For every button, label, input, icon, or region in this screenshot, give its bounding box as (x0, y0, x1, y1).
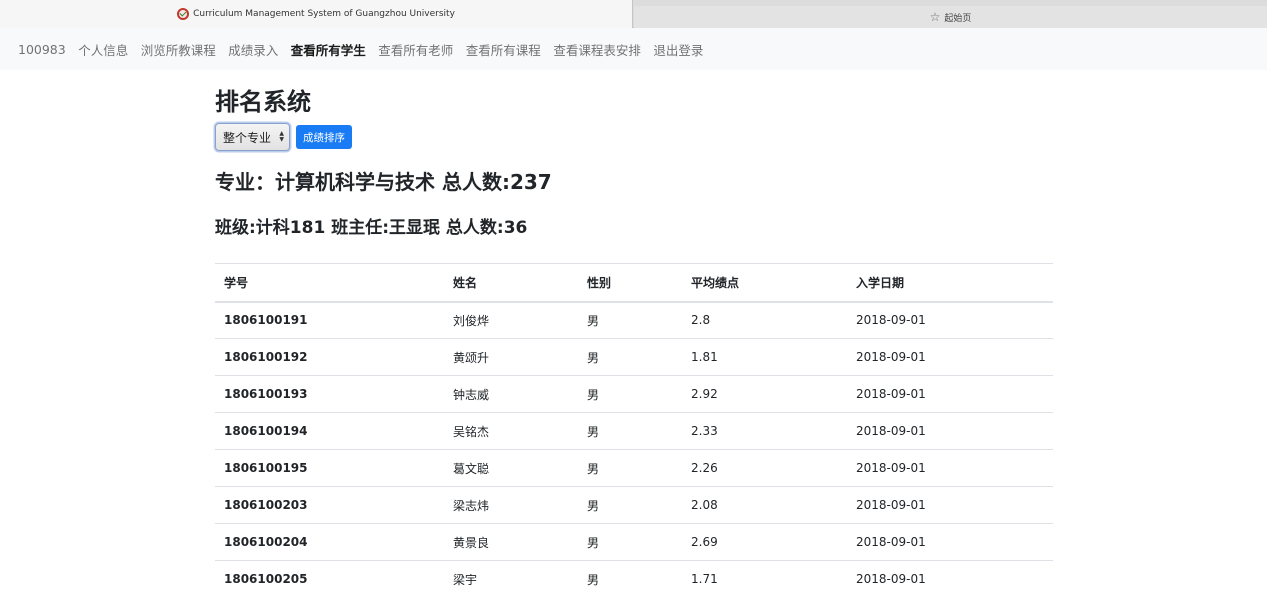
cell-enroll-date: 2018-09-01 (847, 375, 1053, 413)
cell-enroll-date: 2018-09-01 (847, 523, 1053, 561)
major-heading: 专业：计算机科学与技术 总人数:237 (215, 170, 552, 194)
cell-gpa: 2.69 (682, 523, 847, 561)
cell-gender: 男 (578, 523, 682, 561)
cell-student-id: 1806100195 (215, 449, 444, 487)
table-row: 1806100191 刘俊烨 男 2.8 2018-09-01 (215, 301, 1053, 339)
cell-gender: 男 (578, 560, 682, 598)
cell-gpa: 2.92 (682, 375, 847, 413)
cell-enroll-date: 2018-09-01 (847, 560, 1053, 598)
cell-name: 黄景良 (444, 523, 578, 561)
cell-name: 吴铭杰 (444, 412, 578, 450)
header-gender: 性别 (578, 263, 682, 303)
cell-enroll-date: 2018-09-01 (847, 486, 1053, 524)
cell-enroll-date: 2018-09-01 (847, 449, 1053, 487)
cell-student-id: 1806100193 (215, 375, 444, 413)
table-row: 1806100195 葛文聪 男 2.26 2018-09-01 (215, 449, 1053, 487)
cell-gender: 男 (578, 338, 682, 376)
class-heading: 班级:计科181 班主任:王显珉 总人数:36 (215, 218, 528, 238)
table-row: 1806100194 吴铭杰 男 2.33 2018-09-01 (215, 412, 1053, 450)
table-row: 1806100192 黄颂升 男 1.81 2018-09-01 (215, 338, 1053, 376)
nav-all-students[interactable]: 查看所有学生 (291, 40, 366, 59)
cell-student-id: 1806100192 (215, 338, 444, 376)
cell-student-id: 1806100194 (215, 412, 444, 450)
cell-gpa: 2.8 (682, 301, 847, 339)
scope-select-value: 整个专业 (223, 130, 272, 145)
cell-gpa: 1.81 (682, 338, 847, 376)
table-row: 1806100205 梁宇 男 1.71 2018-09-01 (215, 560, 1053, 598)
header-student-id: 学号 (215, 263, 444, 303)
cell-gpa: 1.71 (682, 560, 847, 598)
cell-gender: 男 (578, 486, 682, 524)
nav-all-courses[interactable]: 查看所有课程 (466, 40, 541, 59)
star-icon: ☆ (929, 10, 941, 24)
select-arrows-icon: ▲ ▼ (279, 130, 284, 143)
browser-tab-strip: Curriculum Management System of Guangzho… (0, 0, 1267, 28)
cell-name: 梁志炜 (444, 486, 578, 524)
cell-student-id: 1806100205 (215, 560, 444, 598)
cell-enroll-date: 2018-09-01 (847, 412, 1053, 450)
active-tab-title: Curriculum Management System of Guangzho… (193, 9, 455, 19)
top-navbar: 100983 个人信息 浏览所教课程 成绩录入 查看所有学生 查看所有老师 查看… (0, 28, 1267, 70)
browser-tab-start-page[interactable]: ☆ 起始页 (634, 0, 1267, 28)
students-table: 学号 姓名 性别 平均绩点 入学日期 1806100191 刘俊烨 男 2.8 … (215, 263, 1053, 598)
header-name: 姓名 (444, 263, 578, 303)
cell-gpa: 2.33 (682, 412, 847, 450)
table-row: 1806100203 梁志炜 男 2.08 2018-09-01 (215, 486, 1053, 524)
nav-browse-courses[interactable]: 浏览所教课程 (141, 40, 216, 59)
table-header-row: 学号 姓名 性别 平均绩点 入学日期 (215, 263, 1053, 303)
inactive-tab-title: 起始页 (944, 13, 972, 24)
cell-enroll-date: 2018-09-01 (847, 301, 1053, 339)
cell-name: 刘俊烨 (444, 301, 578, 339)
browser-tab-active[interactable]: Curriculum Management System of Guangzho… (0, 0, 633, 28)
cell-gpa: 2.26 (682, 449, 847, 487)
scope-select[interactable]: 整个专业 ▲ ▼ (215, 123, 290, 151)
cell-gender: 男 (578, 301, 682, 339)
cell-name: 黄颂升 (444, 338, 578, 376)
nav-personal-info[interactable]: 个人信息 (78, 40, 128, 59)
table-row: 1806100193 钟志威 男 2.92 2018-09-01 (215, 375, 1053, 413)
nav-grade-entry[interactable]: 成绩录入 (228, 40, 278, 59)
cell-gpa: 2.08 (682, 486, 847, 524)
table-row: 1806100204 黄景良 男 2.69 2018-09-01 (215, 523, 1053, 561)
page-title: 排名系统 (215, 88, 311, 116)
header-gpa: 平均绩点 (682, 263, 847, 303)
header-enroll-date: 入学日期 (847, 263, 1053, 303)
cell-gender: 男 (578, 375, 682, 413)
sort-by-grade-button[interactable]: 成绩排序 (296, 125, 352, 149)
cell-name: 梁宇 (444, 560, 578, 598)
cell-name: 葛文聪 (444, 449, 578, 487)
cell-enroll-date: 2018-09-01 (847, 338, 1053, 376)
cell-student-id: 1806100203 (215, 486, 444, 524)
university-logo-icon (177, 8, 190, 20)
cell-name: 钟志威 (444, 375, 578, 413)
cell-student-id: 1806100191 (215, 301, 444, 339)
nav-all-teachers[interactable]: 查看所有老师 (378, 40, 453, 59)
nav-user-id[interactable]: 100983 (18, 42, 66, 57)
ranking-controls: 整个专业 ▲ ▼ 成绩排序 (215, 123, 352, 151)
nav-logout[interactable]: 退出登录 (653, 40, 703, 59)
cell-gender: 男 (578, 449, 682, 487)
cell-gender: 男 (578, 412, 682, 450)
cell-student-id: 1806100204 (215, 523, 444, 561)
nav-schedule[interactable]: 查看课程表安排 (553, 40, 641, 59)
